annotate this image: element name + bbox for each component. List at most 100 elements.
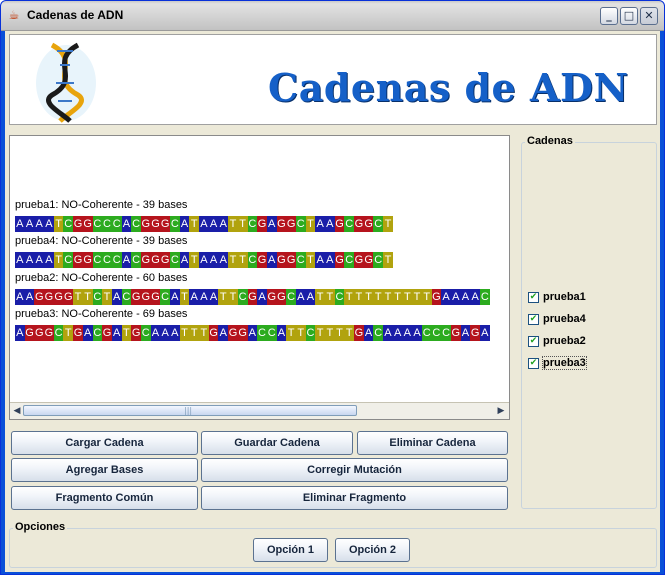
base-T: T: [383, 289, 393, 305]
opcion-1-button[interactable]: Opción 1: [253, 538, 328, 562]
base-G: G: [334, 252, 345, 268]
base-C: C: [247, 216, 258, 232]
base-G: G: [24, 325, 35, 341]
base-T: T: [82, 289, 93, 305]
base-G: G: [44, 325, 54, 341]
sequence-block-prueba2: prueba2: NO-Coherente - 60 bases A A GGGG T…: [15, 272, 490, 305]
sequence-bases: A GGGC T G A CG A T GC A A A T T T G A GG A C C A T T C T T T T G A C A A…: [15, 321, 490, 341]
base-A: A: [24, 252, 35, 268]
base-G: G: [276, 252, 287, 268]
base-C: C: [344, 252, 355, 268]
base-G: G: [431, 289, 442, 305]
cadena-checkbox-prueba3[interactable]: ✔ prueba3: [528, 356, 587, 373]
base-A: A: [208, 252, 219, 268]
cadena-checkbox-prueba2[interactable]: ✔ prueba2: [528, 335, 586, 351]
maximize-button[interactable]: □: [620, 7, 638, 25]
base-T: T: [237, 216, 248, 232]
base-G: G: [150, 252, 161, 268]
base-G: G: [354, 216, 364, 232]
base-C: C: [63, 252, 74, 268]
checkbox-check-icon[interactable]: ✔: [528, 335, 539, 347]
sequence-label: prueba1: NO-Coherente - 39 bases: [15, 199, 188, 211]
base-C: C: [102, 216, 112, 232]
base-A: A: [189, 289, 200, 305]
fragmento-comun-button[interactable]: Fragmento Común: [11, 486, 198, 510]
base-T: T: [373, 289, 384, 305]
minimize-button[interactable]: _: [600, 7, 618, 25]
checkbox-check-icon[interactable]: ✔: [528, 291, 539, 303]
banner-title: Cadenas de ADN: [268, 65, 629, 110]
base-G: G: [334, 216, 345, 232]
base-A: A: [218, 216, 229, 232]
app-window: ☕ Cadenas de ADN _ □ ✕ Cadenas de ADN pr…: [0, 0, 665, 575]
base-T: T: [218, 289, 229, 305]
base-T: T: [228, 216, 238, 232]
base-C: C: [344, 216, 355, 232]
base-A: A: [480, 325, 490, 341]
cadena-checkbox-prueba1[interactable]: ✔ prueba1: [528, 291, 586, 307]
base-G: G: [266, 289, 277, 305]
base-T: T: [315, 325, 325, 341]
base-A: A: [82, 325, 93, 341]
close-button[interactable]: ✕: [640, 7, 658, 25]
base-T: T: [354, 289, 364, 305]
base-T: T: [199, 325, 209, 341]
base-T: T: [344, 325, 355, 341]
base-T: T: [295, 325, 306, 341]
base-A: A: [363, 325, 374, 341]
base-C: C: [237, 289, 248, 305]
sequence-block-prueba4: prueba4: NO-Coherente - 39 bases A A A A T CG…: [15, 235, 393, 268]
opciones-group: Opciones Opción 1 Opción 2: [9, 521, 657, 568]
base-C: C: [170, 252, 180, 268]
base-C: C: [334, 289, 345, 305]
base-G: G: [276, 216, 287, 232]
base-A: A: [276, 325, 287, 341]
base-A: A: [208, 289, 219, 305]
base-T: T: [305, 216, 316, 232]
base-G: G: [160, 252, 170, 268]
base-A: A: [266, 252, 277, 268]
scroll-left-arrow-icon[interactable]: ◀: [10, 404, 24, 418]
base-A: A: [402, 325, 413, 341]
base-T: T: [102, 289, 112, 305]
sequence-bases: A A A A T CGGC C C A CGGGC A T A A A T T CG A GGC T A A GCGGC T: [15, 212, 393, 232]
base-C: C: [92, 252, 103, 268]
scroll-right-arrow-icon[interactable]: ▶: [494, 404, 508, 418]
base-G: G: [34, 289, 45, 305]
eliminar-fragmento-button[interactable]: Eliminar Fragmento: [201, 486, 508, 510]
sequence-label: prueba3: NO-Coherente - 69 bases: [15, 308, 188, 320]
agregar-bases-button[interactable]: Agregar Bases: [11, 458, 198, 482]
base-A: A: [441, 289, 451, 305]
cargar-cadena-button[interactable]: Cargar Cadena: [11, 431, 198, 455]
checkbox-check-icon[interactable]: ✔: [528, 313, 539, 325]
cadena-checkbox-prueba4[interactable]: ✔ prueba4: [528, 313, 586, 329]
opcion-2-button[interactable]: Opción 2: [335, 538, 410, 562]
base-G: G: [140, 289, 151, 305]
base-A: A: [15, 252, 25, 268]
sequence-bases: A A GGGG T T C T A CGGGC A T A A A T T CG A GGC A A T T C T T T T T T…: [15, 285, 490, 305]
base-T: T: [392, 289, 403, 305]
eliminar-cadena-button[interactable]: Eliminar Cadena: [357, 431, 508, 455]
base-A: A: [460, 289, 471, 305]
scrollbar-thumb[interactable]: |||: [23, 405, 357, 416]
base-G: G: [150, 289, 161, 305]
base-T: T: [334, 325, 345, 341]
base-A: A: [305, 289, 316, 305]
base-C: C: [431, 325, 442, 341]
base-T: T: [228, 252, 238, 268]
guardar-cadena-button[interactable]: Guardar Cadena: [201, 431, 353, 455]
base-A: A: [24, 289, 35, 305]
base-C: C: [92, 289, 103, 305]
horizontal-scrollbar[interactable]: ◀ ||| ▶: [10, 402, 509, 419]
base-T: T: [189, 216, 200, 232]
corregir-mutacion-button[interactable]: Corregir Mutación: [201, 458, 508, 482]
base-C: C: [266, 325, 277, 341]
checkbox-check-icon[interactable]: ✔: [528, 357, 539, 369]
base-A: A: [179, 216, 190, 232]
base-A: A: [247, 325, 258, 341]
base-A: A: [15, 289, 25, 305]
base-G: G: [470, 325, 480, 341]
base-C: C: [111, 216, 122, 232]
title-bar[interactable]: ☕ Cadenas de ADN _ □ ✕: [1, 1, 664, 31]
sequence-panel[interactable]: prueba1: NO-Coherente - 39 bases A A A A T CG…: [9, 135, 510, 420]
